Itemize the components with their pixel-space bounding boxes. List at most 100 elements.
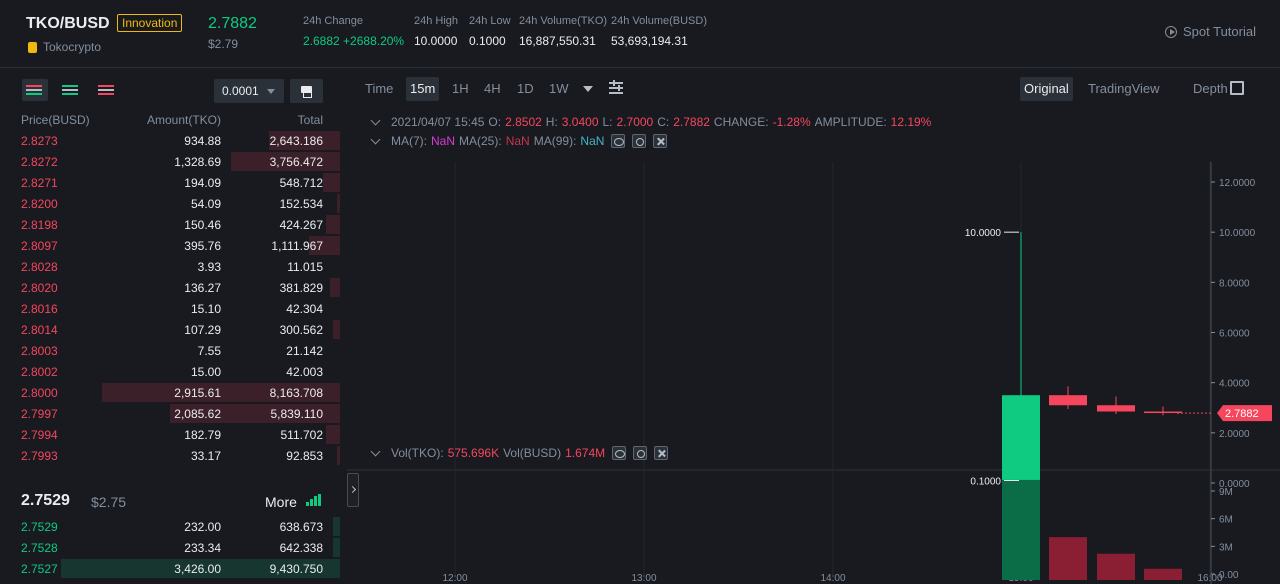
amount-cell: 136.27 bbox=[184, 281, 221, 295]
collapse-chevron-icon[interactable] bbox=[370, 446, 381, 457]
low-value: 2.7000 bbox=[616, 115, 654, 129]
total-cell: 8,163.708 bbox=[269, 386, 323, 400]
gear-icon[interactable] bbox=[633, 446, 648, 460]
interval-15m[interactable]: 15m bbox=[406, 77, 440, 101]
ma7-label: MA(7): bbox=[391, 134, 427, 148]
more-link[interactable]: More bbox=[265, 494, 297, 510]
depth-bar bbox=[333, 538, 340, 557]
depth-bar bbox=[333, 320, 340, 339]
pair-title[interactable]: TKO/BUSD bbox=[26, 15, 110, 33]
ask-row[interactable]: 2.7994 182.79 511.702 bbox=[0, 424, 340, 445]
interval-1h[interactable]: 1H bbox=[448, 77, 473, 101]
bid-row[interactable]: 2.7528 233.34 642.338 bbox=[0, 537, 340, 558]
price-cell: 2.8273 bbox=[21, 134, 58, 148]
amount-cell: 233.34 bbox=[184, 541, 221, 555]
amount-cell: 182.79 bbox=[184, 428, 221, 442]
amount-cell: 107.29 bbox=[184, 323, 221, 337]
open-value: 2.8502 bbox=[505, 115, 542, 129]
ask-row[interactable]: 2.8003 7.55 21.142 bbox=[0, 340, 340, 361]
ask-row[interactable]: 2.8200 54.09 152.534 bbox=[0, 193, 340, 214]
stat-value: 10.0000 bbox=[414, 34, 458, 48]
time-tick-label: 14:00 bbox=[820, 573, 845, 584]
time-tick-label: 12:00 bbox=[442, 573, 467, 584]
ma25-label: MA(25): bbox=[459, 134, 502, 148]
brand-name: Tokocrypto bbox=[43, 40, 102, 54]
signal-bars-icon[interactable] bbox=[306, 494, 323, 506]
ask-row[interactable]: 2.8002 15.00 42.003 bbox=[0, 361, 340, 382]
volume-bar bbox=[1144, 568, 1182, 580]
stat-label: 24h High bbox=[414, 15, 459, 27]
ma25-value: NaN bbox=[505, 134, 530, 148]
price-cell: 2.8198 bbox=[21, 218, 58, 232]
price-cell: 2.8014 bbox=[21, 323, 58, 337]
amount-cell: 2,915.61 bbox=[174, 386, 221, 400]
volume-tick-label: 3M bbox=[1219, 542, 1233, 553]
more-intervals-icon[interactable] bbox=[583, 86, 593, 92]
total-cell: 42.003 bbox=[286, 365, 323, 379]
interval-time[interactable]: Time bbox=[361, 77, 397, 101]
interval-1d[interactable]: 1D bbox=[513, 77, 538, 101]
interval-4h[interactable]: 4H bbox=[480, 77, 505, 101]
interval-1w[interactable]: 1W bbox=[545, 77, 573, 101]
view-bids-button[interactable] bbox=[58, 79, 84, 101]
depth-bar bbox=[326, 215, 340, 234]
mid-price-usd: $2.75 bbox=[91, 494, 127, 510]
view-tradingview[interactable]: TradingView bbox=[1084, 77, 1164, 101]
candle-body bbox=[1144, 411, 1182, 414]
close-icon[interactable] bbox=[654, 446, 669, 460]
spot-tutorial-link[interactable]: Spot Tutorial bbox=[1165, 24, 1256, 39]
book-settings-button[interactable] bbox=[290, 79, 323, 103]
ask-row[interactable]: 2.8097 395.76 1,111.967 bbox=[0, 235, 340, 256]
kline-chart-panel: Time 15m 1H 4H 1D 1W Original TradingVie… bbox=[347, 68, 1280, 584]
ma-legend: MA(7): NaN MA(25): NaN MA(99): NaN bbox=[369, 134, 668, 148]
view-asks-button[interactable] bbox=[94, 79, 120, 101]
amount-cell: 1,328.69 bbox=[174, 155, 221, 169]
stat-label: 24h Change bbox=[303, 15, 363, 27]
eye-icon[interactable] bbox=[611, 134, 626, 148]
volume-tick-label: 6M bbox=[1219, 515, 1233, 526]
price-cell: 2.8003 bbox=[21, 344, 58, 358]
price-cell: 2.8000 bbox=[21, 386, 58, 400]
total-cell: 548.712 bbox=[279, 176, 323, 190]
innovation-badge[interactable]: Innovation bbox=[117, 14, 183, 32]
total-header: Total bbox=[297, 113, 323, 127]
ask-row[interactable]: 2.8014 107.29 300.562 bbox=[0, 319, 340, 340]
ask-row[interactable]: 2.8000 2,915.61 8,163.708 bbox=[0, 382, 340, 403]
ask-row[interactable]: 2.8198 150.46 424.267 bbox=[0, 214, 340, 235]
ask-row[interactable]: 2.8272 1,328.69 3,756.472 bbox=[0, 151, 340, 172]
bid-row[interactable]: 2.7527 3,426.00 9,430.750 bbox=[0, 558, 340, 579]
brand-link[interactable]: Tokocrypto bbox=[28, 40, 101, 54]
ask-row[interactable]: 2.7997 2,085.62 5,839.110 bbox=[0, 403, 340, 424]
ask-row[interactable]: 2.7993 33.17 92.853 bbox=[0, 445, 340, 466]
view-depth[interactable]: Depth bbox=[1189, 77, 1232, 101]
amount-cell: 3,426.00 bbox=[174, 562, 221, 576]
volume-bar bbox=[1049, 537, 1087, 580]
total-cell: 511.702 bbox=[280, 428, 324, 442]
collapse-chevron-icon[interactable] bbox=[370, 134, 381, 145]
view-original[interactable]: Original bbox=[1020, 77, 1073, 101]
market-header: TKO/BUSD Innovation Tokocrypto 2.7882 $2… bbox=[0, 0, 1280, 68]
bid-row[interactable]: 2.7529 232.00 638.673 bbox=[0, 516, 340, 537]
chevron-down-icon bbox=[267, 89, 275, 94]
tick-size-select[interactable]: 0.0001 bbox=[214, 79, 284, 103]
depth-bar bbox=[333, 517, 340, 536]
vol-tko-value: 575.696K bbox=[447, 446, 500, 460]
ask-row[interactable]: 2.8016 15.10 42.304 bbox=[0, 298, 340, 319]
ohlc-legend: 2021/04/07 15:45 O: 2.8502 H: 3.0400 L: 2.7… bbox=[369, 115, 931, 129]
close-icon[interactable] bbox=[653, 134, 668, 148]
indicator-settings-icon[interactable] bbox=[609, 80, 623, 95]
gear-icon[interactable] bbox=[632, 134, 647, 148]
expand-orderbook-button[interactable] bbox=[347, 473, 359, 507]
eye-icon[interactable] bbox=[612, 446, 627, 460]
volume-bar bbox=[1097, 553, 1135, 580]
kline-svg[interactable]: 12.0000 10.0000 8.0000 6.0000 4.0000 2.0000 0.… bbox=[347, 106, 1280, 584]
view-both-button[interactable] bbox=[22, 79, 48, 101]
fullscreen-icon[interactable] bbox=[1230, 81, 1244, 95]
collapse-chevron-icon[interactable] bbox=[370, 115, 381, 126]
ask-row[interactable]: 2.8028 3.93 11.015 bbox=[0, 256, 340, 277]
price-cell: 2.8097 bbox=[21, 239, 58, 253]
ask-row[interactable]: 2.8273 934.88 2,643.186 bbox=[0, 130, 340, 151]
ask-row[interactable]: 2.8271 194.09 548.712 bbox=[0, 172, 340, 193]
ask-row[interactable]: 2.8020 136.27 381.829 bbox=[0, 277, 340, 298]
stat-label: 24h Low bbox=[469, 15, 511, 27]
